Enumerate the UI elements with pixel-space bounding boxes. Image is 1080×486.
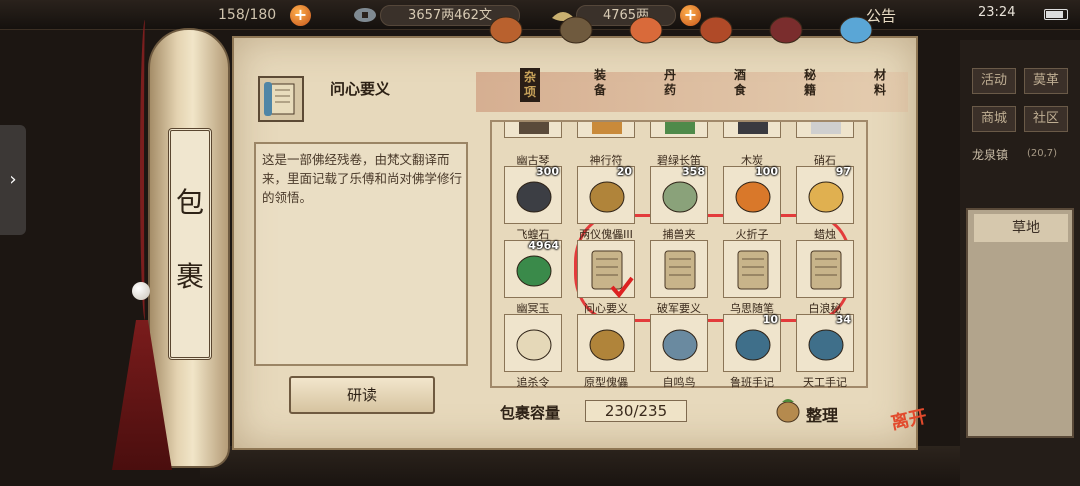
item-description: 这是一部佛经残卷，由梵文翻译而来，里面记载了乐傅和尚对佛学修行的领悟。 <box>262 152 463 205</box>
tab-5[interactable]: 材 料 <box>870 68 890 98</box>
capacity-value: 230/235 <box>585 400 687 422</box>
flute-icon <box>665 122 695 134</box>
puppet-icon <box>589 181 625 213</box>
item-count: 358 <box>682 165 705 178</box>
bird-icon <box>662 329 698 361</box>
scroll-icon <box>737 250 769 290</box>
manual-icon <box>808 329 844 361</box>
firestarter-icon <box>735 181 771 213</box>
puppet-icon <box>589 329 625 361</box>
item-slot[interactable] <box>723 240 781 298</box>
manual-icon <box>735 329 771 361</box>
leave-button[interactable]: 离开 <box>888 399 945 449</box>
saltpeter-icon <box>811 122 841 134</box>
shop-button[interactable]: 商城 <box>972 106 1016 132</box>
category-tab-bar <box>476 72 908 112</box>
title-char-2: 裹 <box>175 260 204 293</box>
community-button[interactable]: 社区 <box>1024 106 1068 132</box>
item-label: 原型傀儡 <box>584 376 628 389</box>
item-count: 300 <box>536 165 559 178</box>
coin-string-icon <box>354 8 376 22</box>
item-count: 100 <box>755 165 778 178</box>
item-slot[interactable]: 97 <box>796 165 854 224</box>
item-slot[interactable] <box>796 240 854 298</box>
town-name: 龙泉镇 <box>972 148 1009 162</box>
candle-icon <box>808 181 844 213</box>
bottom-bar <box>200 446 960 486</box>
item-slot[interactable]: 4964 <box>504 239 562 298</box>
book-icon <box>769 16 803 44</box>
item-slot[interactable]: 34 <box>796 313 854 372</box>
item-label: 天工手记 <box>803 376 847 389</box>
chevron-right-icon: › <box>9 169 17 190</box>
item-count: 34 <box>835 313 851 326</box>
zither-icon <box>519 122 549 134</box>
item-slot[interactable] <box>650 314 708 372</box>
talisman-icon <box>592 122 622 134</box>
add-stamina-button[interactable]: + <box>290 5 311 26</box>
item-slot[interactable] <box>650 122 708 138</box>
jar-icon <box>489 16 523 44</box>
item-slot[interactable] <box>577 122 635 138</box>
item-label: 自鸣鸟 <box>662 376 696 389</box>
bead-icon <box>132 282 150 300</box>
item-slot[interactable] <box>650 240 708 298</box>
item-count: 97 <box>835 165 851 178</box>
pill-icon <box>629 16 663 44</box>
check-icon <box>610 276 634 298</box>
item-slot[interactable]: 10 <box>723 313 781 372</box>
item-slot[interactable]: 100 <box>723 165 781 224</box>
stamina-value: 158/180 <box>218 7 277 23</box>
item-count: 4964 <box>528 239 559 252</box>
read-button[interactable]: 研读 <box>289 376 435 414</box>
item-count: 20 <box>616 165 632 178</box>
tab-2[interactable]: 丹 药 <box>660 68 680 98</box>
clock: 23:24 <box>978 5 1016 20</box>
terrain-item[interactable]: 草地 <box>974 214 1068 242</box>
tab-3[interactable]: 酒 食 <box>730 68 750 98</box>
town-coord: (20,7) <box>1027 148 1058 159</box>
battery-icon <box>1044 9 1068 20</box>
item-slot[interactable] <box>504 314 562 372</box>
item-slot[interactable] <box>796 122 854 138</box>
stone-icon <box>516 181 552 213</box>
activity-button[interactable]: 活动 <box>972 68 1016 94</box>
menu-button-2[interactable]: 莫革 <box>1024 68 1068 94</box>
sort-button[interactable]: 整理 <box>806 402 838 426</box>
scroll-icon <box>810 250 842 290</box>
item-slot[interactable] <box>723 122 781 138</box>
crystal-icon <box>839 16 873 44</box>
inventory-title: 包 裹 <box>168 128 212 360</box>
trap-icon <box>662 181 698 213</box>
item-slot[interactable] <box>577 314 635 372</box>
side-expand-button[interactable]: › <box>0 125 26 235</box>
terrain-list <box>966 208 1074 438</box>
weapon-icon <box>559 16 593 44</box>
tab-1[interactable]: 装 备 <box>590 68 610 98</box>
top-bar: 158/180 + 3657两462文 4765两 + 公告 23:24 <box>0 0 1080 30</box>
paper-icon <box>516 329 552 361</box>
selected-item-icon <box>258 76 304 122</box>
food-icon <box>699 16 733 44</box>
jade-icon <box>516 255 552 287</box>
title-char-1: 包 <box>175 186 204 219</box>
scroll-icon <box>264 82 295 116</box>
item-slot[interactable]: 300 <box>504 165 562 224</box>
item-label: 鲁班手记 <box>730 376 774 389</box>
selected-item-name: 问心要义 <box>330 80 391 98</box>
scroll-icon <box>664 250 696 290</box>
tab-0[interactable]: 杂 项 <box>520 68 540 102</box>
item-slot[interactable]: 358 <box>650 165 708 224</box>
tab-4[interactable]: 秘 籍 <box>800 68 820 98</box>
charcoal-icon <box>738 122 768 134</box>
item-count: 10 <box>762 313 778 326</box>
capacity-label: 包裹容量 <box>500 404 561 422</box>
item-slot[interactable] <box>504 122 562 138</box>
item-label: 追杀令 <box>516 376 550 389</box>
item-slot[interactable]: 20 <box>577 165 635 224</box>
